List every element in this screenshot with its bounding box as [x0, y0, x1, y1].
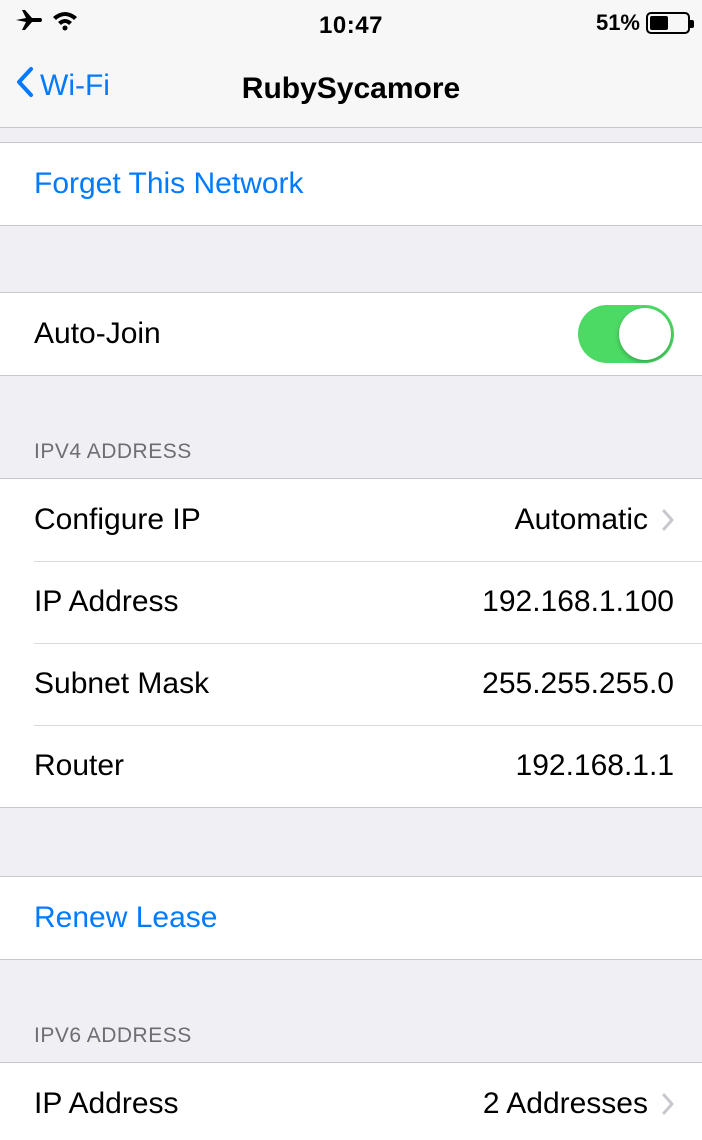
subnet-mask-label: Subnet Mask: [34, 667, 210, 700]
battery-fill: [650, 16, 669, 30]
navigation-bar: Wi-Fi RubySycamore: [0, 44, 702, 128]
status-right: 51%: [595, 10, 694, 36]
ipv4-group: Configure IP Automatic IP Address 192.16…: [0, 478, 702, 808]
configure-ip-row[interactable]: Configure IP Automatic: [0, 479, 702, 561]
ipv4-section-header: IPV4 ADDRESS: [34, 440, 192, 463]
router-label: Router: [34, 749, 125, 782]
forget-network-button[interactable]: Forget This Network: [34, 167, 304, 201]
forget-network-row[interactable]: Forget This Network: [0, 143, 702, 225]
auto-join-group: Auto-Join: [0, 292, 702, 376]
forget-network-group: Forget This Network: [0, 142, 702, 226]
router-row: Router 192.168.1.1: [0, 725, 702, 807]
ipv6-ip-address-value: 2 Addresses: [482, 1087, 648, 1120]
ipv6-ip-address-label: IP Address: [34, 1087, 179, 1120]
ipv4-ip-address-row: IP Address 192.168.1.100: [0, 561, 702, 643]
renew-lease-button[interactable]: Renew Lease: [34, 901, 217, 935]
ipv4-ip-address-value: 192.168.1.100: [482, 585, 674, 618]
battery-icon: [646, 12, 694, 34]
battery-percent: 51%: [595, 10, 640, 35]
ipv6-ip-address-row[interactable]: IP Address 2 Addresses: [0, 1063, 702, 1140]
configure-ip-label: Configure IP: [34, 503, 201, 536]
chevron-right-icon: [662, 1093, 674, 1115]
auto-join-toggle[interactable]: [578, 305, 674, 363]
ipv6-group: IP Address 2 Addresses: [0, 1062, 702, 1140]
toggle-knob: [619, 308, 671, 360]
subnet-mask-row: Subnet Mask 255.255.255.0: [0, 643, 702, 725]
router-value: 192.168.1.1: [515, 749, 674, 782]
subnet-mask-value: 255.255.255.0: [482, 667, 674, 700]
renew-lease-row[interactable]: Renew Lease: [0, 877, 702, 959]
auto-join-label: Auto-Join: [34, 317, 161, 350]
auto-join-row: Auto-Join: [0, 293, 702, 375]
ipv4-ip-address-label: IP Address: [34, 585, 179, 618]
status-bar: 10:47 51%: [0, 0, 702, 44]
chevron-right-icon: [662, 509, 674, 531]
battery-nub: [690, 20, 694, 28]
page-title: RubySycamore: [241, 72, 461, 105]
configure-ip-value: Automatic: [514, 503, 648, 536]
renew-lease-group: Renew Lease: [0, 876, 702, 960]
ipv6-section-header: IPV6 ADDRESS: [34, 1024, 192, 1047]
